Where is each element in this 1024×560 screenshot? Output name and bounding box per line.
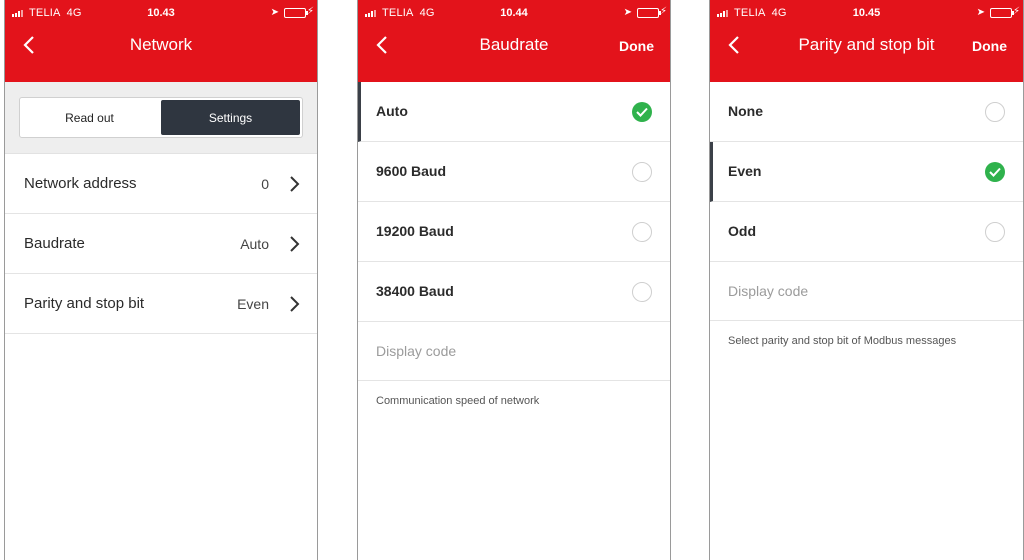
- network-address-row[interactable]: Network address 0: [5, 154, 317, 214]
- check-circle-icon: [985, 162, 1005, 182]
- option-odd[interactable]: Odd: [710, 202, 1023, 262]
- option-even[interactable]: Even: [710, 142, 1023, 202]
- display-code-row: Display code: [358, 322, 670, 381]
- status-bar: TELIA 4G 10.45 ➤ ⚡: [710, 0, 1023, 26]
- option-label: 38400 Baud: [376, 283, 454, 299]
- option-19200-baud[interactable]: 19200 Baud: [358, 202, 670, 262]
- option-label: Odd: [728, 223, 756, 239]
- radio-empty-icon: [632, 162, 652, 182]
- chevron-right-icon: [290, 236, 300, 252]
- battery-icon: [990, 8, 1014, 18]
- segmented-control: Read out Settings: [19, 97, 303, 138]
- row-value: Even: [237, 296, 269, 312]
- location-icon: ➤: [270, 7, 279, 18]
- option-label: Even: [728, 163, 762, 179]
- parity-options: None Even Odd Display code Select parity…: [710, 82, 1023, 361]
- option-none[interactable]: None: [710, 82, 1023, 142]
- status-bar: TELIA 4G 10.44 ➤ ⚡: [358, 0, 670, 26]
- display-code-row: Display code: [710, 262, 1023, 321]
- parity-stop-bit-row[interactable]: Parity and stop bit Even: [5, 274, 317, 334]
- help-text: Select parity and stop bit of Modbus mes…: [728, 335, 957, 347]
- charging-icon: ⚡: [659, 6, 667, 17]
- row-label: Baudrate: [24, 235, 85, 252]
- status-bar: TELIA 4G 10.43 ➤ ⚡: [5, 0, 317, 26]
- page-title: Network: [129, 35, 193, 54]
- row-label: Network address: [24, 175, 137, 192]
- battery-icon: [284, 8, 308, 18]
- chevron-right-icon: [290, 176, 300, 192]
- nav-header: TELIA 4G 10.44 ➤ ⚡ Baudrate Done: [358, 0, 670, 82]
- charging-icon: ⚡: [306, 6, 314, 17]
- location-icon: ➤: [623, 7, 632, 18]
- option-label: Auto: [376, 103, 408, 119]
- option-label: 19200 Baud: [376, 223, 454, 239]
- charging-icon: ⚡: [1012, 6, 1020, 17]
- check-circle-icon: [632, 102, 652, 122]
- chevron-right-icon: [290, 296, 300, 312]
- row-value: 0: [261, 176, 269, 192]
- tab-settings[interactable]: Settings: [161, 100, 300, 135]
- done-button[interactable]: Done: [619, 38, 654, 54]
- baudrate-screen: TELIA 4G 10.44 ➤ ⚡ Baudrate Done Auto 960…: [357, 0, 671, 560]
- display-code-label: Display code: [728, 283, 809, 299]
- option-label: 9600 Baud: [376, 163, 447, 179]
- radio-empty-icon: [632, 222, 652, 242]
- done-button[interactable]: Done: [972, 38, 1007, 54]
- row-label: Parity and stop bit: [24, 295, 145, 312]
- network-screen: TELIA 4G 10.43 ➤ ⚡ Network Read out Setti…: [4, 0, 318, 560]
- baudrate-options: Auto 9600 Baud 19200 Baud 38400 Baud Dis…: [358, 82, 670, 421]
- radio-empty-icon: [985, 222, 1005, 242]
- baudrate-row[interactable]: Baudrate Auto: [5, 214, 317, 274]
- tab-read-out[interactable]: Read out: [20, 98, 159, 137]
- row-value: Auto: [240, 236, 269, 252]
- nav-header: TELIA 4G 10.43 ➤ ⚡ Network: [5, 0, 317, 82]
- nav-header: TELIA 4G 10.45 ➤ ⚡ Parity and stop bit Do…: [710, 0, 1023, 82]
- radio-empty-icon: [632, 282, 652, 302]
- help-text: Communication speed of network: [376, 395, 540, 407]
- parity-screen: TELIA 4G 10.45 ➤ ⚡ Parity and stop bit Do…: [709, 0, 1024, 560]
- display-code-label: Display code: [376, 343, 457, 359]
- option-9600-baud[interactable]: 9600 Baud: [358, 142, 670, 202]
- radio-empty-icon: [985, 102, 1005, 122]
- option-label: None: [728, 103, 763, 119]
- option-38400-baud[interactable]: 38400 Baud: [358, 262, 670, 322]
- battery-icon: [637, 8, 661, 18]
- option-auto[interactable]: Auto: [358, 82, 670, 142]
- location-icon: ➤: [976, 7, 985, 18]
- segment-area: Read out Settings: [5, 82, 317, 154]
- settings-list: Network address 0 Baudrate Auto Parity a…: [5, 154, 317, 334]
